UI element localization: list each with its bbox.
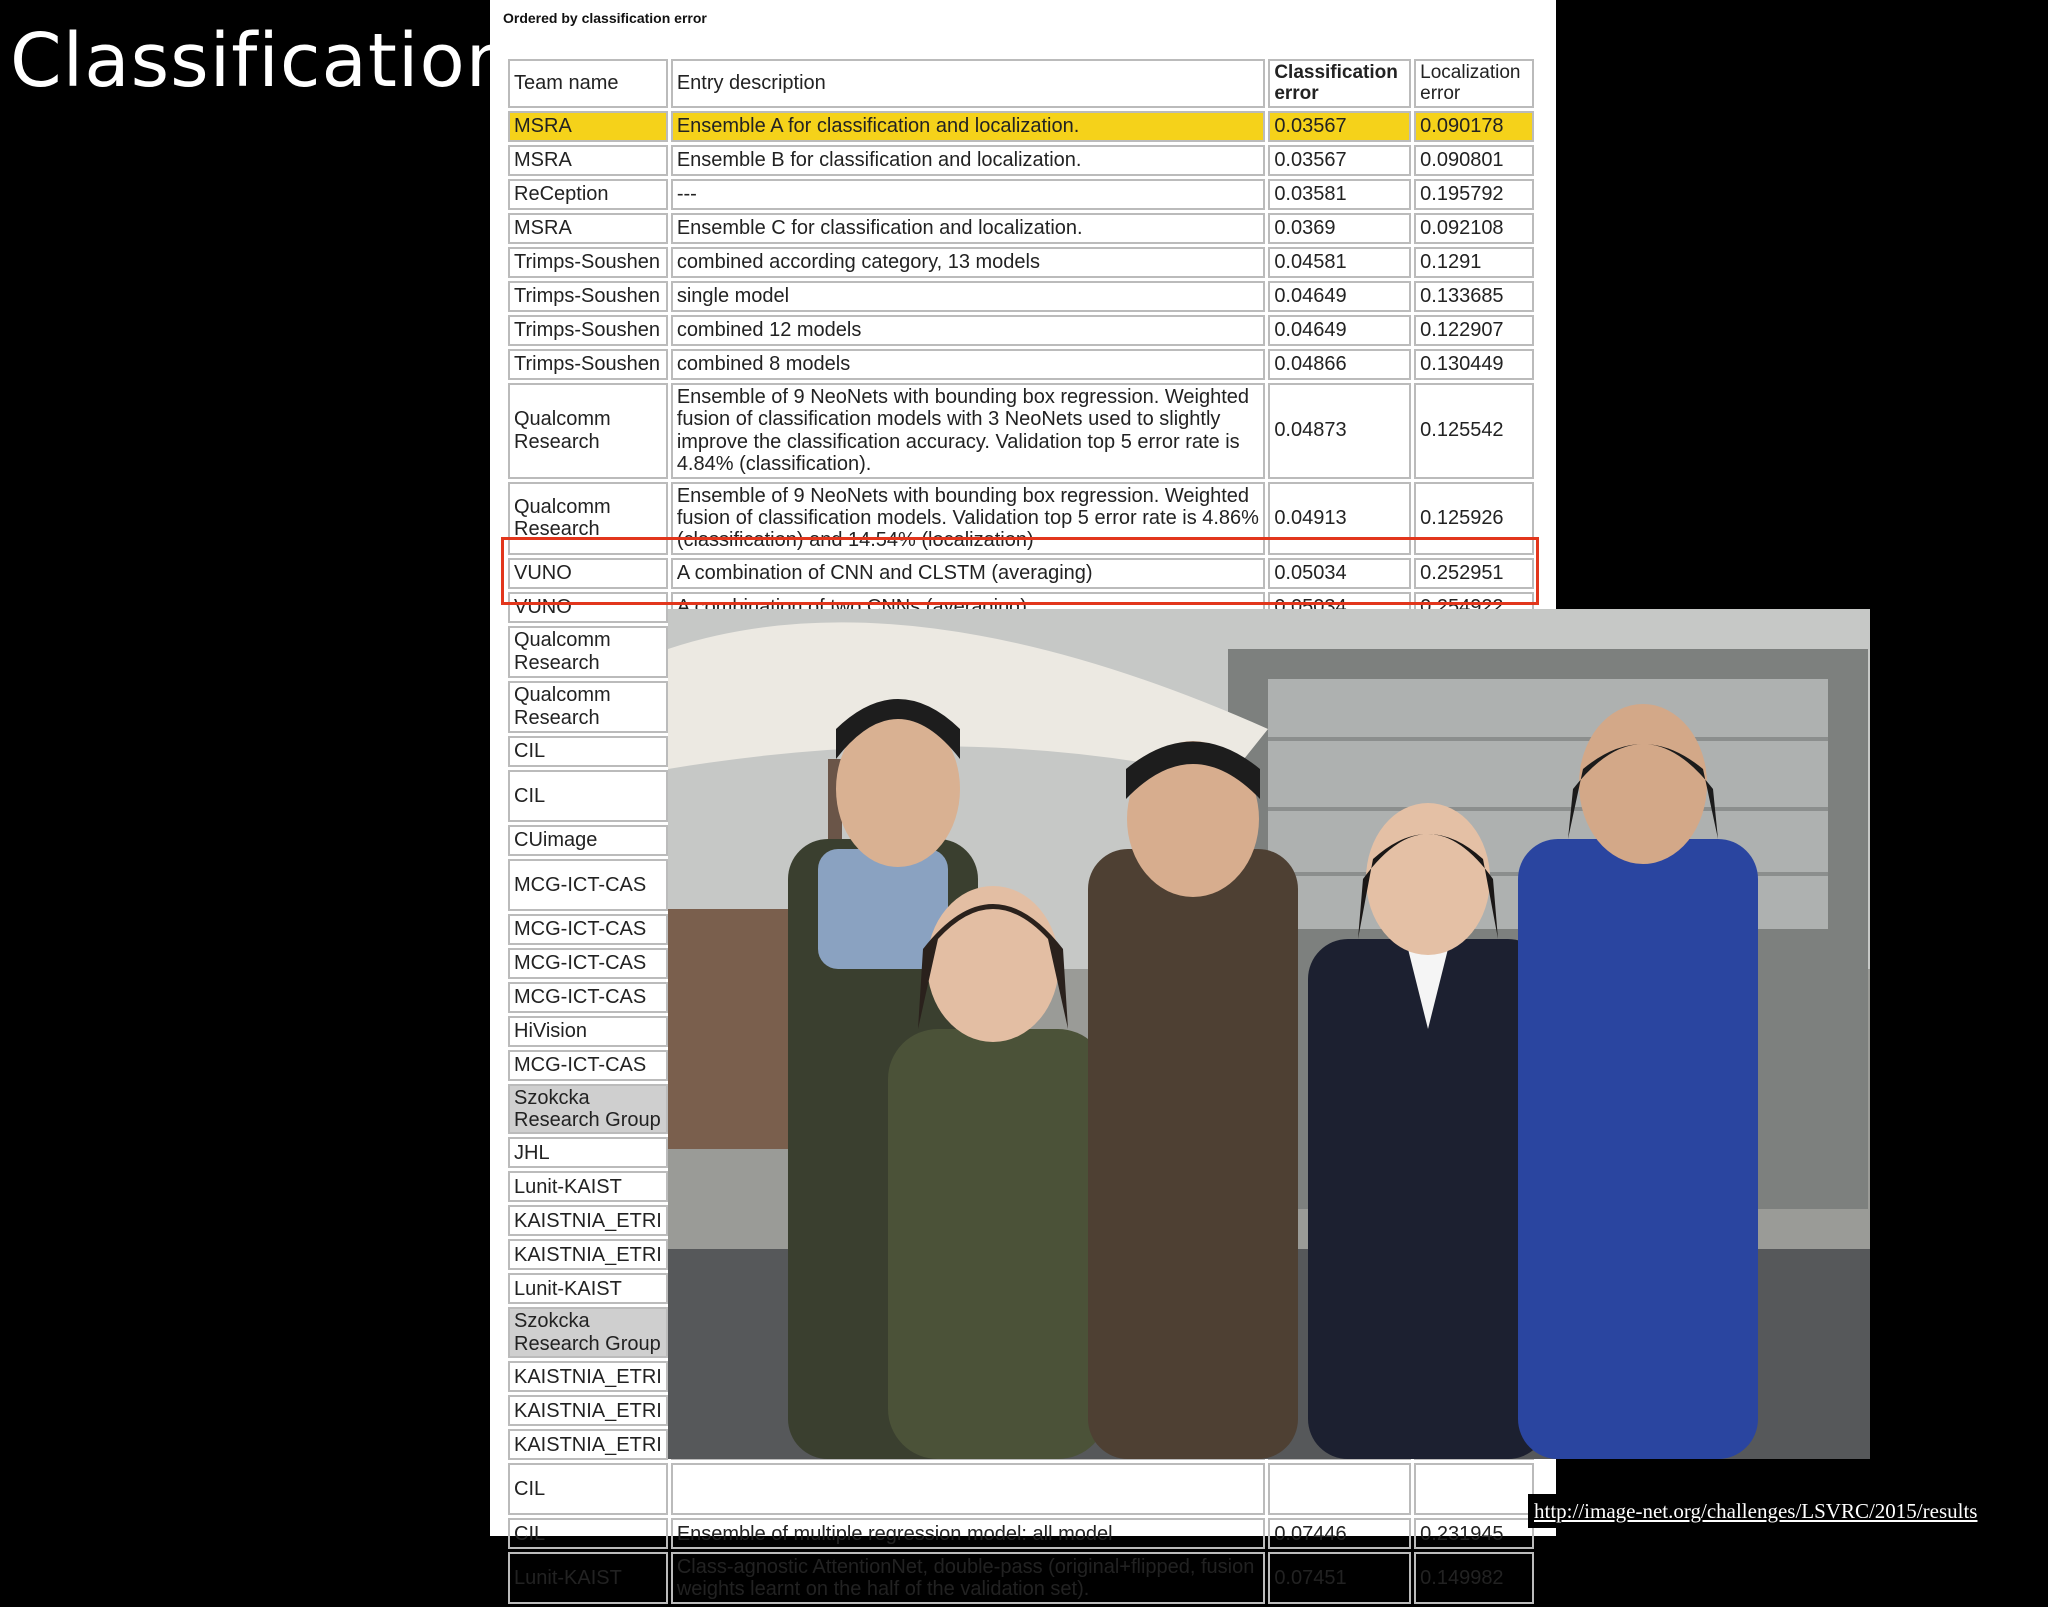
team-name-cell: Qualcomm Research	[508, 680, 668, 733]
localization-error-cell: 0.122907	[1414, 314, 1534, 346]
team-name-cell: Qualcomm Research	[508, 382, 668, 479]
entry-description-cell: Class-agnostic AttentionNet, double-pass…	[670, 1552, 1266, 1605]
team-name-cell: ReCeption	[508, 178, 668, 210]
localization-error-cell: 0.195792	[1414, 178, 1534, 210]
team-name-cell: Lunit-KAIST	[508, 1273, 668, 1305]
localization-error-cell: 0.125542	[1414, 382, 1534, 479]
team-photo-illustration	[668, 609, 1870, 1459]
entry-description-cell: single model	[670, 280, 1266, 312]
classification-error-cell	[1268, 1463, 1412, 1516]
entry-description-cell: Ensemble of multiple regression model: a…	[670, 1518, 1266, 1550]
source-url-box: http://image-net.org/challenges/LSVRC/20…	[1528, 1494, 2034, 1528]
entry-description-cell: Ensemble A for classification and locali…	[670, 110, 1266, 142]
team-name-cell: Lunit-KAIST	[508, 1171, 668, 1203]
source-url-link[interactable]: http://image-net.org/challenges/LSVRC/20…	[1528, 1494, 2034, 1528]
classification-error-cell: 0.07446	[1268, 1518, 1412, 1550]
team-name-cell: KAISTNIA_ETRI	[508, 1429, 668, 1461]
header-localization-error: Localization error	[1414, 59, 1534, 108]
team-name-cell: Trimps-Soushen	[508, 280, 668, 312]
entry-description-cell	[670, 1463, 1266, 1516]
table-row: MSRA Ensemble C for classification and lo…	[508, 212, 1534, 244]
team-name-cell: KAISTNIA_ETRI	[508, 1205, 668, 1237]
classification-error-cell: 0.03567	[1268, 144, 1412, 176]
team-name-cell: Qualcomm Research	[508, 625, 668, 678]
entry-description-cell: Ensemble C for classification and locali…	[670, 212, 1266, 244]
table-header-row: Team name Entry description Classificati…	[508, 59, 1534, 108]
table-row: MSRA Ensemble A for classification and lo…	[508, 110, 1534, 142]
team-name-cell: Trimps-Soushen	[508, 348, 668, 380]
localization-error-cell	[1414, 1463, 1534, 1516]
classification-error-cell: 0.04649	[1268, 280, 1412, 312]
vuno-highlight-box	[501, 537, 1539, 605]
classification-error-cell: 0.04866	[1268, 348, 1412, 380]
entry-description-cell: ---	[670, 178, 1266, 210]
entry-description-cell: combined according category, 13 models	[670, 246, 1266, 278]
team-name-cell: Trimps-Soushen	[508, 314, 668, 346]
team-name-cell: CIL	[508, 769, 668, 822]
team-name-cell: CIL	[508, 1518, 668, 1550]
table-row: Trimps-Soushen combined 8 models 0.04866 0.…	[508, 348, 1534, 380]
table-row: Trimps-Soushen combined according categor…	[508, 246, 1534, 278]
team-name-cell: HiVision	[508, 1015, 668, 1047]
team-name-cell: MSRA	[508, 144, 668, 176]
localization-error-cell: 0.231945	[1414, 1518, 1534, 1550]
localization-error-cell: 0.149982	[1414, 1552, 1534, 1605]
team-photo	[668, 609, 1870, 1459]
entry-description-cell: Ensemble of 9 NeoNets with bounding box …	[670, 382, 1266, 479]
slide-title: Classification	[10, 18, 514, 104]
team-name-cell: KAISTNIA_ETRI	[508, 1239, 668, 1271]
team-name-cell: KAISTNIA_ETRI	[508, 1395, 668, 1427]
team-name-cell: KAISTNIA_ETRI	[508, 1361, 668, 1393]
team-name-cell: Trimps-Soushen	[508, 246, 668, 278]
table-row: CIL Ensemble of multiple regression model…	[508, 1518, 1534, 1550]
table-row: MSRA Ensemble B for classification and lo…	[508, 144, 1534, 176]
localization-error-cell: 0.1291	[1414, 246, 1534, 278]
team-name-cell: MCG-ICT-CAS	[508, 981, 668, 1013]
team-name-cell: Szokcka Research Group	[508, 1083, 668, 1135]
team-name-cell: Lunit-KAIST	[508, 1552, 668, 1605]
team-name-cell: MCG-ICT-CAS	[508, 858, 668, 911]
classification-error-cell: 0.04581	[1268, 246, 1412, 278]
classification-error-cell: 0.0369	[1268, 212, 1412, 244]
team-name-cell: CIL	[508, 1463, 668, 1516]
team-name-cell: MCG-ICT-CAS	[508, 1049, 668, 1081]
localization-error-cell: 0.090801	[1414, 144, 1534, 176]
table-row: Trimps-Soushen single model 0.04649 0.13368…	[508, 280, 1534, 312]
localization-error-cell: 0.090178	[1414, 110, 1534, 142]
team-name-cell: MCG-ICT-CAS	[508, 947, 668, 979]
team-name-cell: MSRA	[508, 212, 668, 244]
entry-description-cell: combined 8 models	[670, 348, 1266, 380]
table-row: Lunit-KAIST Class-agnostic AttentionNet, …	[508, 1552, 1534, 1605]
team-name-cell: MSRA	[508, 110, 668, 142]
classification-error-cell: 0.03567	[1268, 110, 1412, 142]
table-caption: Ordered by classification error	[503, 10, 707, 26]
localization-error-cell: 0.092108	[1414, 212, 1534, 244]
team-name-cell: MCG-ICT-CAS	[508, 913, 668, 945]
entry-description-cell: combined 12 models	[670, 314, 1266, 346]
header-classification-error: Classification error	[1268, 59, 1412, 108]
table-row: ReCeption --- 0.03581 0.195792	[508, 178, 1534, 210]
classification-error-cell: 0.04649	[1268, 314, 1412, 346]
localization-error-cell: 0.130449	[1414, 348, 1534, 380]
localization-error-cell: 0.133685	[1414, 280, 1534, 312]
table-row: CIL	[508, 1463, 1534, 1516]
team-name-cell: JHL	[508, 1137, 668, 1169]
classification-error-cell: 0.04873	[1268, 382, 1412, 479]
header-entry-description: Entry description	[670, 59, 1266, 108]
table-row: Trimps-Soushen combined 12 models 0.04649 0…	[508, 314, 1534, 346]
team-name-cell: Szokcka Research Group	[508, 1307, 668, 1359]
header-team-name: Team name	[508, 59, 668, 108]
classification-error-cell: 0.03581	[1268, 178, 1412, 210]
team-name-cell: CUimage	[508, 824, 668, 856]
entry-description-cell: Ensemble B for classification and locali…	[670, 144, 1266, 176]
classification-error-cell: 0.07451	[1268, 1552, 1412, 1605]
table-row: Qualcomm Research Ensemble of 9 NeoNets w…	[508, 382, 1534, 479]
team-name-cell: CIL	[508, 735, 668, 767]
